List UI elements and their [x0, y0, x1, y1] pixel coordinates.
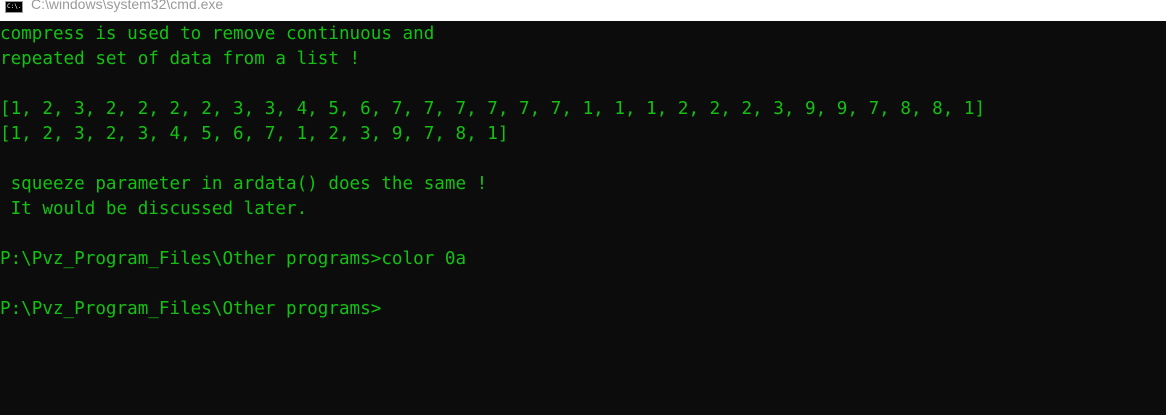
console-line: [1, 2, 3, 2, 2, 2, 2, 3, 3, 4, 5, 6, 7, …: [0, 99, 986, 119]
cmd-window: C:\. C:\windows\system32\cmd.exe compres…: [0, 0, 1166, 415]
console-prompt-line[interactable]: P:\Pvz_Program_Files\Other programs>: [0, 297, 1166, 322]
console-line: P:\Pvz_Program_Files\Other programs>colo…: [0, 249, 467, 269]
console-line: compress is used to remove continuous an…: [0, 24, 435, 44]
console-line: squeeze parameter in ardata() does the s…: [0, 174, 488, 194]
console-line: [1, 2, 3, 2, 3, 4, 5, 6, 7, 1, 2, 3, 9, …: [0, 124, 509, 144]
title-bar[interactable]: C:\. C:\windows\system32\cmd.exe: [0, 0, 1166, 21]
window-title: C:\windows\system32\cmd.exe: [31, 0, 224, 12]
console-line: repeated set of data from a list !: [0, 49, 361, 69]
console-line: It would be discussed later.: [0, 199, 308, 219]
console-output[interactable]: compress is used to remove continuous an…: [0, 22, 1166, 415]
cmd-console-icon: C:\.: [5, 1, 23, 13]
